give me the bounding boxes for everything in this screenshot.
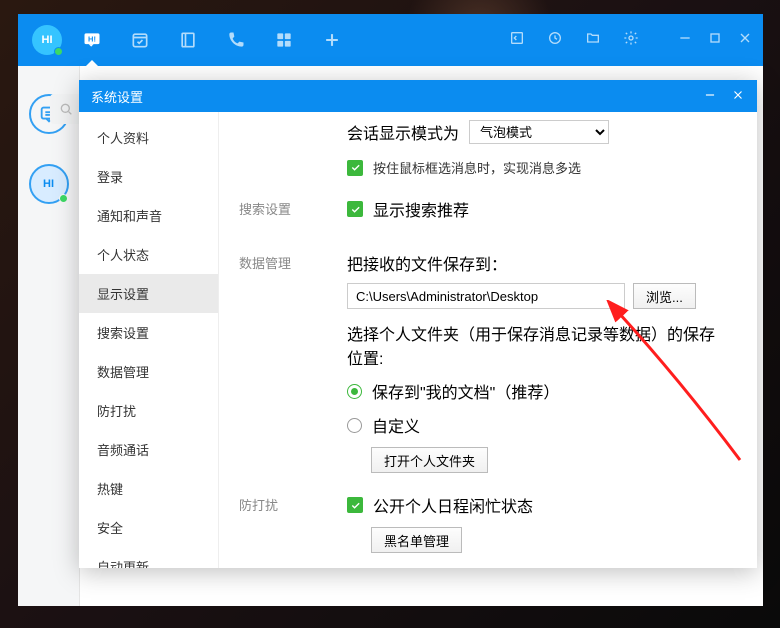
folder-icon[interactable] bbox=[585, 30, 601, 51]
status-dot bbox=[54, 47, 63, 56]
chat-tab-icon[interactable]: H! bbox=[82, 30, 102, 50]
settings-dialog: 系统设置 个人资料 登录 通知和声音 个人状态 显示设置 搜索设置 数据管理 防… bbox=[79, 80, 757, 568]
folder-location-label: 选择个人文件夹（用于保存消息记录等数据）的保存位置: bbox=[347, 321, 727, 369]
radio-custom[interactable] bbox=[347, 418, 362, 433]
nav-profile[interactable]: 个人资料 bbox=[79, 118, 218, 157]
dialog-minimize-icon[interactable] bbox=[689, 88, 717, 105]
nav-update[interactable]: 自动更新 bbox=[79, 547, 218, 568]
public-busy-label: 公开个人日程闲忙状态 bbox=[373, 493, 533, 517]
dnd-section-label: 防打扰 bbox=[239, 493, 319, 514]
show-recommend-label: 显示搜索推荐 bbox=[373, 197, 469, 221]
dialog-titlebar: 系统设置 bbox=[79, 80, 757, 112]
data-section-label: 数据管理 bbox=[239, 251, 319, 272]
multi-select-checkbox[interactable] bbox=[347, 160, 363, 176]
search-icon bbox=[58, 101, 74, 117]
blacklist-button[interactable]: 黑名单管理 bbox=[371, 527, 462, 553]
display-mode-select[interactable]: 气泡模式 bbox=[469, 120, 609, 144]
main-titlebar: HI H! bbox=[18, 14, 763, 66]
public-busy-checkbox[interactable] bbox=[347, 497, 363, 513]
radio-docs[interactable] bbox=[347, 384, 362, 399]
dialog-nav: 个人资料 登录 通知和声音 个人状态 显示设置 搜索设置 数据管理 防打扰 音频… bbox=[79, 112, 219, 568]
display-mode-label: 会话显示模式为 bbox=[347, 120, 459, 144]
svg-text:H!: H! bbox=[88, 35, 96, 44]
phone-tab-icon[interactable] bbox=[226, 30, 246, 50]
screenshot-icon[interactable] bbox=[509, 30, 525, 51]
save-path-input[interactable] bbox=[347, 283, 625, 309]
history-icon[interactable] bbox=[547, 30, 563, 51]
main-close-icon[interactable] bbox=[737, 30, 753, 51]
nav-audio[interactable]: 音频通话 bbox=[79, 430, 218, 469]
dialog-scroll[interactable]: 会话显示模式为 气泡模式 按住鼠标框选消息时，实现消息多选 搜索设置 显示搜索推… bbox=[219, 112, 757, 568]
status-dot bbox=[59, 194, 68, 203]
dialog-content: 会话显示模式为 气泡模式 按住鼠标框选消息时，实现消息多选 搜索设置 显示搜索推… bbox=[219, 112, 757, 568]
main-tabs: H! bbox=[82, 30, 342, 50]
nav-notify[interactable]: 通知和声音 bbox=[79, 196, 218, 235]
nav-status[interactable]: 个人状态 bbox=[79, 235, 218, 274]
browse-button[interactable]: 浏览... bbox=[633, 283, 696, 309]
nav-security[interactable]: 安全 bbox=[79, 508, 218, 547]
apps-tab-icon[interactable] bbox=[274, 30, 294, 50]
calendar-tab-icon[interactable] bbox=[130, 30, 150, 50]
add-tab-icon[interactable] bbox=[322, 30, 342, 50]
titlebar-actions bbox=[509, 30, 753, 51]
side-avatar[interactable]: HI bbox=[29, 164, 69, 204]
settings-icon[interactable] bbox=[623, 30, 639, 51]
main-minimize-icon[interactable] bbox=[677, 30, 693, 51]
save-to-label: 把接收的文件保存到： bbox=[347, 251, 727, 275]
radio-custom-label: 自定义 bbox=[372, 413, 420, 437]
dialog-close-icon[interactable] bbox=[717, 88, 745, 105]
main-maximize-icon[interactable] bbox=[707, 30, 723, 51]
open-folder-button[interactable]: 打开个人文件夹 bbox=[371, 447, 488, 473]
multi-select-label: 按住鼠标框选消息时，实现消息多选 bbox=[373, 158, 581, 177]
left-panel: HI bbox=[18, 66, 80, 606]
nav-display[interactable]: 显示设置 bbox=[79, 274, 218, 313]
user-avatar[interactable]: HI bbox=[32, 25, 62, 55]
nav-hotkey[interactable]: 热键 bbox=[79, 469, 218, 508]
nav-dnd[interactable]: 防打扰 bbox=[79, 391, 218, 430]
contacts-tab-icon[interactable] bbox=[178, 30, 198, 50]
nav-data[interactable]: 数据管理 bbox=[79, 352, 218, 391]
show-recommend-checkbox[interactable] bbox=[347, 201, 363, 217]
search-section-label: 搜索设置 bbox=[239, 197, 319, 218]
nav-search[interactable]: 搜索设置 bbox=[79, 313, 218, 352]
nav-login[interactable]: 登录 bbox=[79, 157, 218, 196]
dialog-title: 系统设置 bbox=[91, 87, 143, 106]
radio-docs-label: 保存到"我的文档"（推荐） bbox=[372, 379, 559, 403]
avatar-text: HI bbox=[42, 34, 53, 46]
